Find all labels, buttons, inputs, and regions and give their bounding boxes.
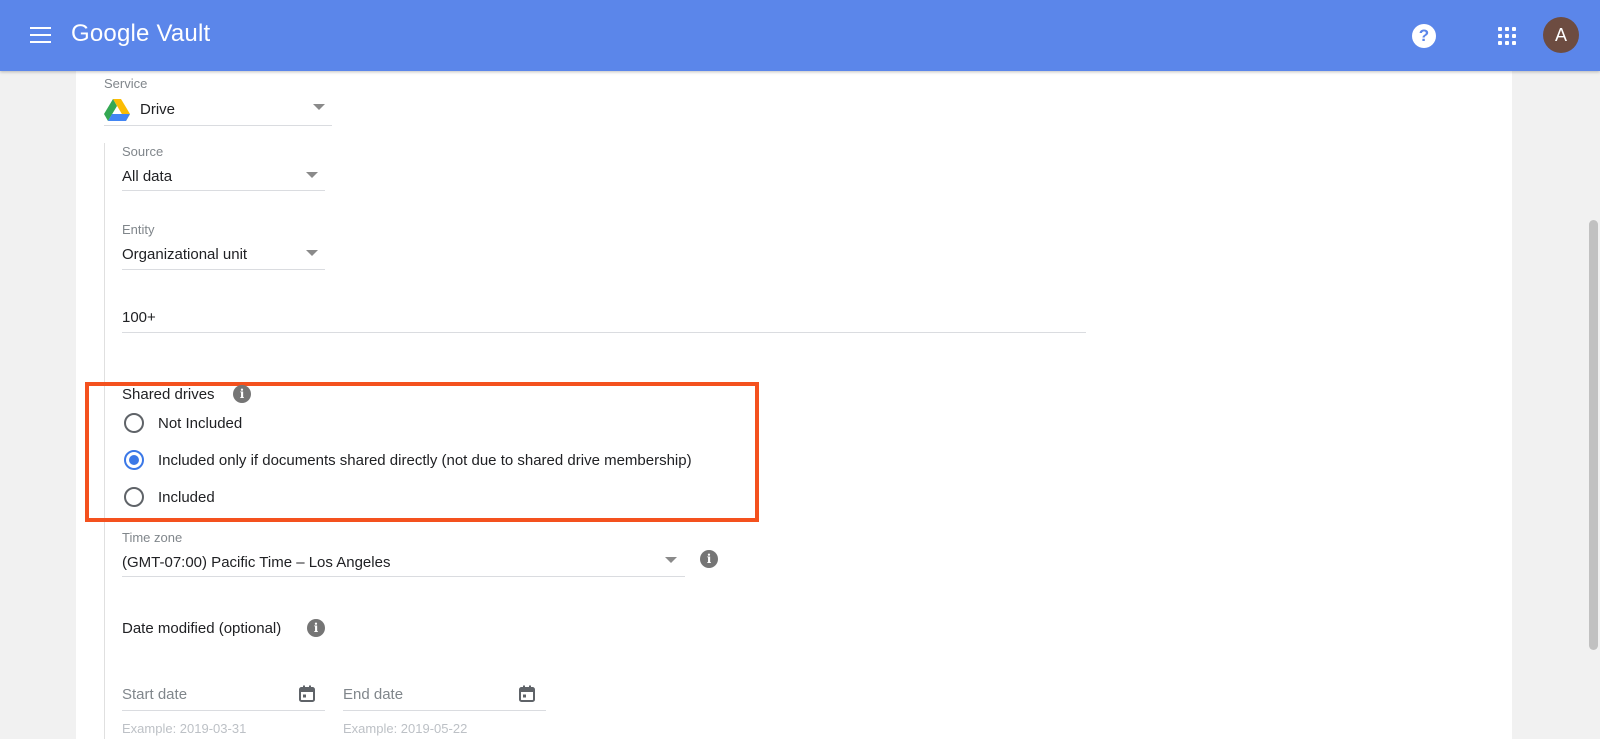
app-header: Google Vault ? A <box>0 0 1600 71</box>
shared-drives-label: Shared drives <box>122 386 215 403</box>
source-dropdown-icon[interactable] <box>306 172 318 178</box>
app-title: Google Vault <box>71 20 211 47</box>
calendar-icon[interactable] <box>298 685 316 703</box>
org-unit-input[interactable]: 100+ <box>122 309 156 326</box>
entity-select-value[interactable]: Organizational unit <box>122 246 247 263</box>
time-zone-underline <box>122 576 685 577</box>
entity-label: Entity <box>122 222 155 237</box>
apps-grid-icon[interactable] <box>1498 27 1516 45</box>
end-date-input[interactable]: End date <box>343 686 403 703</box>
radio-label: Not Included <box>158 415 243 432</box>
date-modified-label: Date modified (optional) <box>122 620 282 637</box>
account-avatar[interactable]: A <box>1543 17 1579 53</box>
end-date-hint: Example: 2019-05-22 <box>343 721 468 736</box>
time-zone-dropdown-icon[interactable] <box>665 557 677 563</box>
time-zone-select-value[interactable]: (GMT-07:00) Pacific Time – Los Angeles <box>122 554 390 571</box>
shared-drives-info-icon[interactable]: i <box>233 385 251 403</box>
calendar-icon[interactable] <box>518 685 536 703</box>
source-underline <box>122 190 325 191</box>
radio-label: Included only if documents shared direct… <box>158 452 692 469</box>
entity-dropdown-icon[interactable] <box>306 250 318 256</box>
scrollbar-thumb[interactable] <box>1589 220 1598 650</box>
org-unit-underline <box>122 332 1086 333</box>
time-zone-label: Time zone <box>122 530 183 545</box>
time-zone-info-icon[interactable]: i <box>700 550 718 568</box>
google-drive-icon <box>104 99 130 121</box>
service-label: Service <box>104 76 148 91</box>
start-date-input[interactable]: Start date <box>122 686 187 703</box>
service-dropdown-icon[interactable] <box>313 104 325 110</box>
service-select-value[interactable]: Drive <box>140 101 175 118</box>
service-underline <box>104 125 332 126</box>
radio-label: Included <box>158 489 215 506</box>
radio-button-selected[interactable] <box>124 450 144 470</box>
entity-underline <box>122 269 325 270</box>
start-date-hint: Example: 2019-03-31 <box>122 721 247 736</box>
source-select-value[interactable]: All data <box>122 168 172 185</box>
start-date-underline <box>122 710 325 711</box>
menu-icon[interactable] <box>30 27 51 43</box>
radio-button[interactable] <box>124 487 144 507</box>
date-modified-info-icon[interactable]: i <box>307 619 325 637</box>
radio-button[interactable] <box>124 413 144 433</box>
end-date-underline <box>343 710 546 711</box>
source-label: Source <box>122 144 164 159</box>
help-icon[interactable]: ? <box>1412 24 1436 48</box>
